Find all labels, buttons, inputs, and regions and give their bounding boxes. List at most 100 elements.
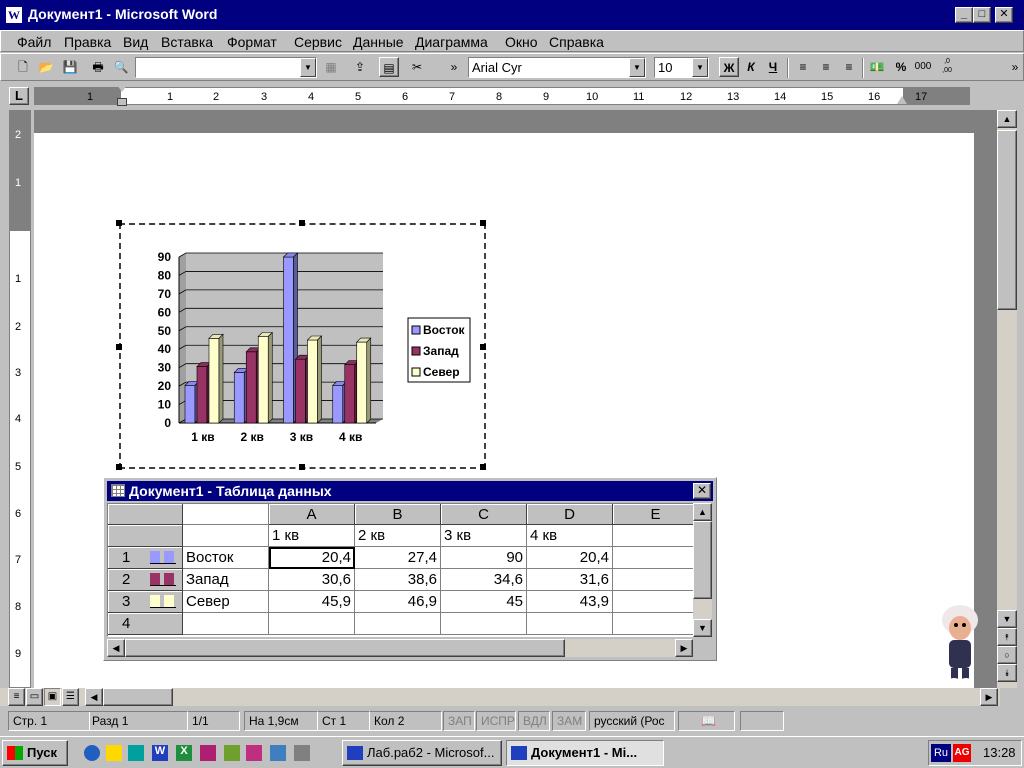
row-header[interactable]: 3 [108,591,183,613]
column-header-b[interactable]: B [355,504,441,525]
outlook-express-icon[interactable] [106,745,122,761]
scroll-thumb[interactable] [103,688,173,706]
scroll-right-button[interactable]: ▶ [675,639,693,657]
underline-button[interactable]: Ч [763,57,783,77]
row-header[interactable]: 2 [108,569,183,591]
table-cell[interactable]: 34,6 [441,569,527,591]
next-page-button[interactable]: ⯯ [997,664,1017,682]
status-track-changes[interactable]: ИСПР [476,711,516,731]
status-language[interactable]: русский (Рос [589,711,675,731]
scroll-right-button[interactable]: ▶ [980,688,998,706]
datasheet-window[interactable]: Документ1 - Таблица данных ✕ A B C D E 1… [103,477,717,661]
minimize-button[interactable]: _ [955,7,973,23]
more-buttons-icon[interactable]: » [1009,57,1021,77]
clock[interactable]: 13:28 [983,745,1016,760]
scroll-down-button[interactable]: ▼ [693,619,712,637]
word-quicklaunch-icon[interactable]: W [152,745,168,761]
menu-chart[interactable]: Диаграмма [415,34,488,50]
column-header-a[interactable]: A [269,504,355,525]
scroll-up-button[interactable]: ▲ [693,503,712,521]
table-cell[interactable]: 43,9 [527,591,613,613]
table-cell[interactable] [527,613,613,635]
chevron-down-icon[interactable]: ▼ [300,58,316,77]
bar-chart[interactable]: 0 10 20 30 40 50 60 70 80 90 1 кв 2 кв 3 кв 4 кв Восто… [121,225,484,467]
print-preview-icon[interactable]: 🔍 [111,57,131,77]
taskbar-button-lab[interactable]: Лаб.раб2 - Microsof... [342,740,502,766]
table-cell[interactable] [183,525,269,547]
table-cell[interactable]: 31,6 [527,569,613,591]
font-name-combo[interactable]: Arial Cyr ▼ [468,57,646,78]
row-header[interactable]: 4 [108,613,183,635]
left-indent-marker[interactable] [117,98,127,106]
taskbar-button-document[interactable]: Документ1 - Mi... [506,740,664,766]
table-cell[interactable] [269,613,355,635]
datasheet-grid[interactable]: A B C D E 1 кв 2 кв 3 кв 4 кв 1 Восток 20,… [107,503,696,637]
table-cell[interactable] [355,613,441,635]
status-extend[interactable]: ВДЛ [518,711,550,731]
category-cell[interactable]: 3 кв [441,525,527,547]
powerpoint-quicklaunch-icon[interactable] [200,745,216,761]
scroll-up-button[interactable]: ▲ [997,110,1017,128]
maximize-button[interactable]: □ [973,7,991,23]
status-overtype[interactable]: ЗАМ [552,711,586,731]
print-icon[interactable]: 🖶 [88,57,108,77]
table-cell[interactable]: 27,4 [355,547,441,569]
column-header-c[interactable]: C [441,504,527,525]
quicklaunch-icon[interactable] [294,745,310,761]
menu-file[interactable]: Файл [17,34,51,50]
category-cell[interactable]: 2 кв [355,525,441,547]
status-record[interactable]: ЗАП [443,711,475,731]
show-desktop-icon[interactable] [128,745,144,761]
scroll-left-button[interactable]: ◀ [107,639,125,657]
chevron-down-icon[interactable]: ▼ [629,58,645,77]
web-layout-icon[interactable]: ▭ [26,688,43,706]
import-file-icon[interactable]: ⇪ [350,57,370,77]
category-cell[interactable]: 4 кв [527,525,613,547]
table-cell[interactable] [441,613,527,635]
table-cell[interactable]: 45 [441,591,527,613]
align-left-icon[interactable]: ≡ [793,57,813,77]
language-indicator[interactable]: Ru [931,744,951,762]
start-button[interactable]: Пуск [2,740,68,766]
table-cell[interactable]: 30,6 [269,569,355,591]
more-buttons-icon[interactable]: » [448,57,460,77]
horizontal-scrollbar[interactable]: ≡ ▭ ▣ ☰ ◀ ▶ [0,688,1000,706]
table-cell[interactable]: 45,9 [269,591,355,613]
align-right-icon[interactable]: ≡ [839,57,859,77]
first-line-indent-marker[interactable] [117,85,127,92]
table-cell[interactable] [613,591,695,613]
table-cell[interactable] [613,613,695,635]
internet-explorer-icon[interactable] [84,745,100,761]
series-name-cell[interactable]: Восток [183,547,269,569]
table-cell[interactable] [613,569,695,591]
new-document-icon[interactable]: 🗋 [13,57,33,77]
table-cell[interactable]: 46,9 [355,591,441,613]
column-header-d[interactable]: D [527,504,613,525]
excel-quicklaunch-icon[interactable]: X [176,745,192,761]
table-cell[interactable]: 20,4 [527,547,613,569]
bold-button[interactable]: Ж [719,57,739,77]
format-object-icon[interactable]: ▦ [321,57,341,77]
category-cell[interactable]: 1 кв [269,525,355,547]
access-quicklaunch-icon[interactable] [246,745,262,761]
chevron-down-icon[interactable]: ▼ [692,58,708,77]
scroll-thumb[interactable] [125,639,565,657]
tab-stop-selector[interactable]: L [9,87,29,105]
scroll-thumb[interactable] [997,130,1017,310]
datasheet-title-bar[interactable]: Документ1 - Таблица данных [107,481,713,501]
chart-object[interactable]: 0 10 20 30 40 50 60 70 80 90 1 кв 2 кв 3 кв 4 кв Восто… [116,220,486,470]
scroll-thumb[interactable] [693,521,712,599]
close-button[interactable]: ✕ [995,7,1013,23]
keyboard-switcher-icon[interactable]: AG [953,744,971,762]
menu-window[interactable]: Окно [505,34,538,50]
table-cell[interactable] [613,547,695,569]
italic-button[interactable]: К [741,57,761,77]
menu-tools[interactable]: Сервис [294,34,342,50]
normal-view-icon[interactable]: ≡ [8,688,25,706]
datasheet-close-button[interactable]: ✕ [693,483,711,499]
print-layout-icon[interactable]: ▣ [44,688,61,706]
series-name-cell[interactable] [183,613,269,635]
chart-object-combo[interactable]: ▼ [135,57,317,78]
table-cell[interactable] [613,525,695,547]
menu-format[interactable]: Формат [227,34,277,50]
